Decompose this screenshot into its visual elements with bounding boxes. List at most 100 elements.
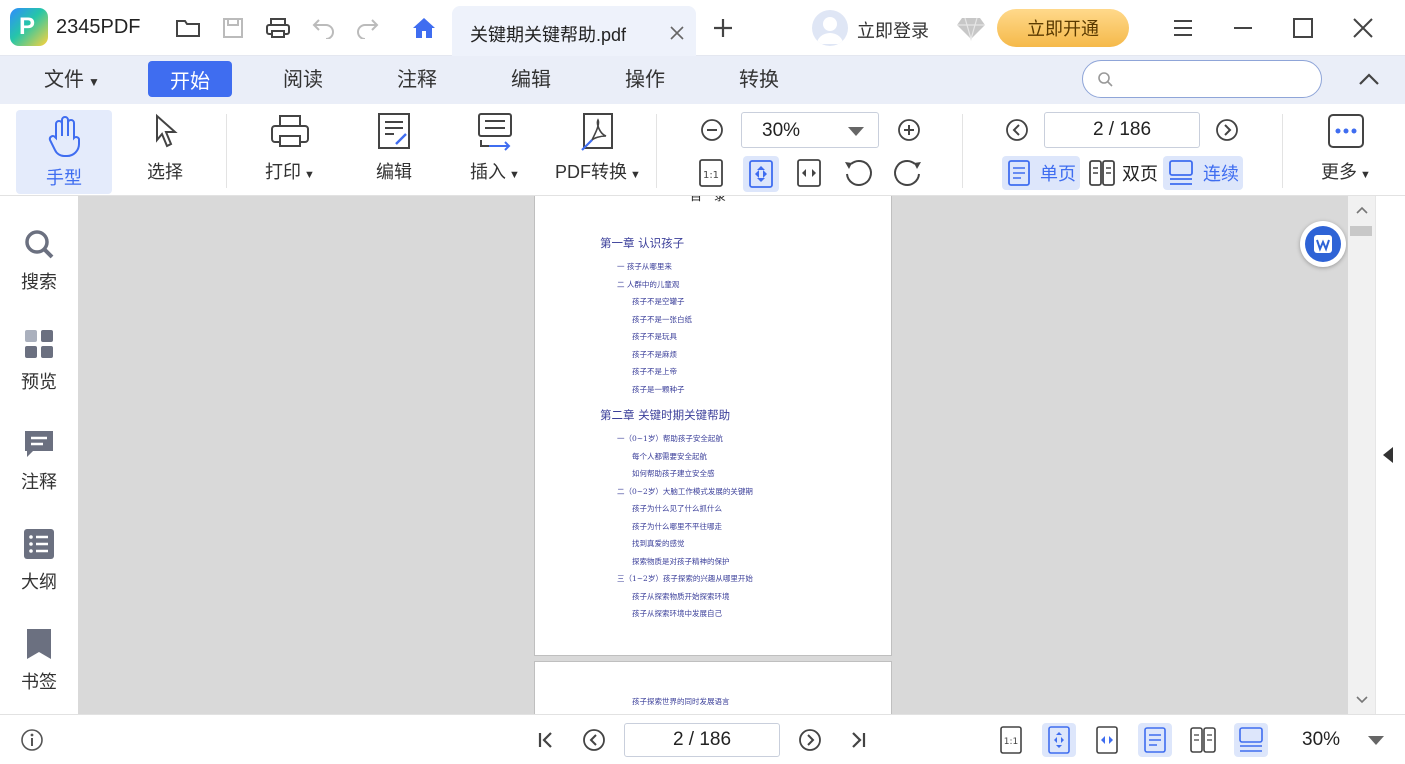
- redo-icon[interactable]: [352, 13, 382, 43]
- comment-icon: [25, 431, 53, 457]
- scroll-down-icon[interactable]: [1356, 696, 1368, 704]
- toc-entry: 孩子探索世界的同时发展语言: [632, 697, 730, 706]
- next-page-icon[interactable]: [1212, 115, 1242, 145]
- fit-page-icon[interactable]: [743, 156, 779, 192]
- undo-icon[interactable]: [309, 13, 339, 43]
- insert-button[interactable]: 插入 ▼: [455, 110, 535, 184]
- page-number-input[interactable]: 2 / 186: [1044, 112, 1200, 148]
- save-icon[interactable]: [218, 13, 248, 43]
- svg-text:1:1: 1:1: [1004, 737, 1018, 747]
- double-page-icon: [1089, 160, 1115, 186]
- toolbar-divider: [1282, 114, 1283, 188]
- toc-chapter-title: 第二章 关键时期关键帮助: [600, 408, 731, 422]
- cursor-icon: [156, 113, 178, 148]
- first-page-icon[interactable]: [529, 723, 563, 757]
- edit-button[interactable]: 编辑: [354, 110, 434, 184]
- collapse-ribbon-icon[interactable]: [1354, 64, 1384, 94]
- fit-width-icon[interactable]: [792, 156, 826, 190]
- actual-size-icon[interactable]: 1:1: [694, 156, 728, 190]
- new-tab-icon[interactable]: [708, 13, 738, 43]
- scrollbar-thumb[interactable]: [1350, 226, 1372, 236]
- sidebar-item-outline[interactable]: 大纲: [0, 528, 78, 594]
- toc-entry: 孩子从探索环境中发展自己: [632, 609, 722, 618]
- toolbar-divider: [226, 114, 227, 188]
- vertical-scrollbar[interactable]: [1348, 196, 1375, 714]
- previous-page-icon[interactable]: [577, 723, 611, 757]
- scroll-up-icon[interactable]: [1356, 206, 1368, 214]
- zoom-out-icon[interactable]: [697, 115, 727, 145]
- fit-page-icon[interactable]: [1042, 723, 1076, 757]
- close-window-icon[interactable]: [1348, 13, 1378, 43]
- home-icon[interactable]: [409, 13, 439, 43]
- menu-annotate[interactable]: 注释: [397, 66, 437, 94]
- login-link[interactable]: 立即登录: [857, 17, 929, 43]
- more-button[interactable]: 更多 ▼: [1308, 110, 1384, 184]
- maximize-icon[interactable]: [1288, 13, 1318, 43]
- rotate-left-icon[interactable]: [841, 156, 875, 190]
- menu-read[interactable]: 阅读: [283, 66, 323, 94]
- status-page-input[interactable]: 2 / 186: [624, 723, 780, 757]
- toc-entry: 孩子从探索物质开始探索环境: [632, 591, 730, 601]
- pdf-convert-button[interactable]: PDF转换 ▼: [552, 110, 644, 184]
- toc-entry: 每个人都需要安全起航: [632, 451, 707, 461]
- print-button[interactable]: 打印 ▼: [250, 110, 330, 184]
- close-tab-icon[interactable]: [662, 18, 692, 48]
- status-zoom[interactable]: 30%: [1302, 729, 1340, 751]
- rotate-right-icon[interactable]: [891, 156, 925, 190]
- toc-entry: 找到真爱的感觉: [632, 539, 685, 548]
- last-page-icon[interactable]: [841, 723, 875, 757]
- continuous-icon: [1169, 160, 1193, 185]
- menu-edit[interactable]: 编辑: [511, 66, 551, 94]
- double-page-icon[interactable]: [1186, 723, 1220, 757]
- toc-entry: 孩子为什么见了什么抓什么: [632, 504, 722, 513]
- toc-chapter-title: 第一章 认识孩子: [600, 236, 685, 250]
- hand-tool-button[interactable]: 手型: [16, 110, 112, 194]
- chevron-down-icon[interactable]: [1368, 736, 1384, 746]
- single-page-button[interactable]: 单页: [1002, 156, 1080, 190]
- chevron-down-icon: [848, 127, 864, 136]
- menu-operate[interactable]: 操作: [625, 66, 665, 94]
- toc-entry: 孩子是一颗种子: [632, 384, 685, 394]
- thumbnails-icon: [25, 330, 53, 358]
- single-page-icon[interactable]: [1138, 723, 1172, 757]
- sidebar-item-bookmark[interactable]: 书签: [0, 628, 78, 694]
- zoom-in-icon[interactable]: [894, 115, 924, 145]
- toc-entry: 孩子为什么哪里不平往哪走: [632, 521, 722, 531]
- sidebar-item-annotate[interactable]: 注释: [0, 428, 78, 494]
- vip-open-button[interactable]: 立即开通: [997, 9, 1129, 47]
- menu-convert[interactable]: 转换: [739, 66, 779, 94]
- floating-word-button[interactable]: [1300, 221, 1346, 267]
- toc-entry: 孩子不是麻烦: [632, 349, 677, 359]
- continuous-button[interactable]: 连续: [1163, 156, 1243, 190]
- edit-document-icon: [378, 113, 410, 149]
- search-icon: [25, 230, 54, 259]
- menu-start[interactable]: 开始: [148, 61, 232, 97]
- menu-file[interactable]: 文件 ▼: [44, 66, 100, 94]
- previous-page-icon[interactable]: [1002, 115, 1032, 145]
- open-folder-icon[interactable]: [173, 13, 203, 43]
- continuous-icon[interactable]: [1234, 723, 1268, 757]
- next-page-icon[interactable]: [793, 723, 827, 757]
- info-icon[interactable]: [20, 728, 44, 752]
- document-tab[interactable]: 关键期关键帮助.pdf: [452, 6, 696, 56]
- toolbar-divider: [656, 114, 657, 188]
- print-icon[interactable]: [263, 13, 293, 43]
- sidebar-item-search[interactable]: 搜索: [0, 228, 78, 294]
- select-tool-button[interactable]: 选择: [125, 110, 205, 184]
- search-icon: [1098, 72, 1113, 87]
- fit-width-icon[interactable]: [1090, 723, 1124, 757]
- app-name: 2345PDF: [56, 16, 141, 38]
- actual-size-icon[interactable]: 1:1: [994, 723, 1028, 757]
- toc-entry: 如何帮助孩子建立安全感: [632, 469, 715, 478]
- expand-panel-icon[interactable]: [1382, 446, 1394, 464]
- menu-icon[interactable]: [1168, 13, 1198, 43]
- sidebar-item-preview[interactable]: 预览: [0, 328, 78, 394]
- zoom-select[interactable]: 30%: [741, 112, 879, 148]
- more-icon: [1328, 114, 1364, 148]
- avatar[interactable]: [812, 10, 848, 46]
- document-viewer[interactable]: 目 录 第一章 认识孩子一 孩子从哪里来二 人群中的儿童观 孩子不是空罐子 孩子不是…: [78, 196, 1348, 714]
- double-page-button[interactable]: 双页: [1084, 156, 1162, 190]
- minimize-icon[interactable]: [1228, 13, 1258, 43]
- svg-text:1:1: 1:1: [703, 170, 719, 181]
- search-input[interactable]: [1082, 60, 1322, 98]
